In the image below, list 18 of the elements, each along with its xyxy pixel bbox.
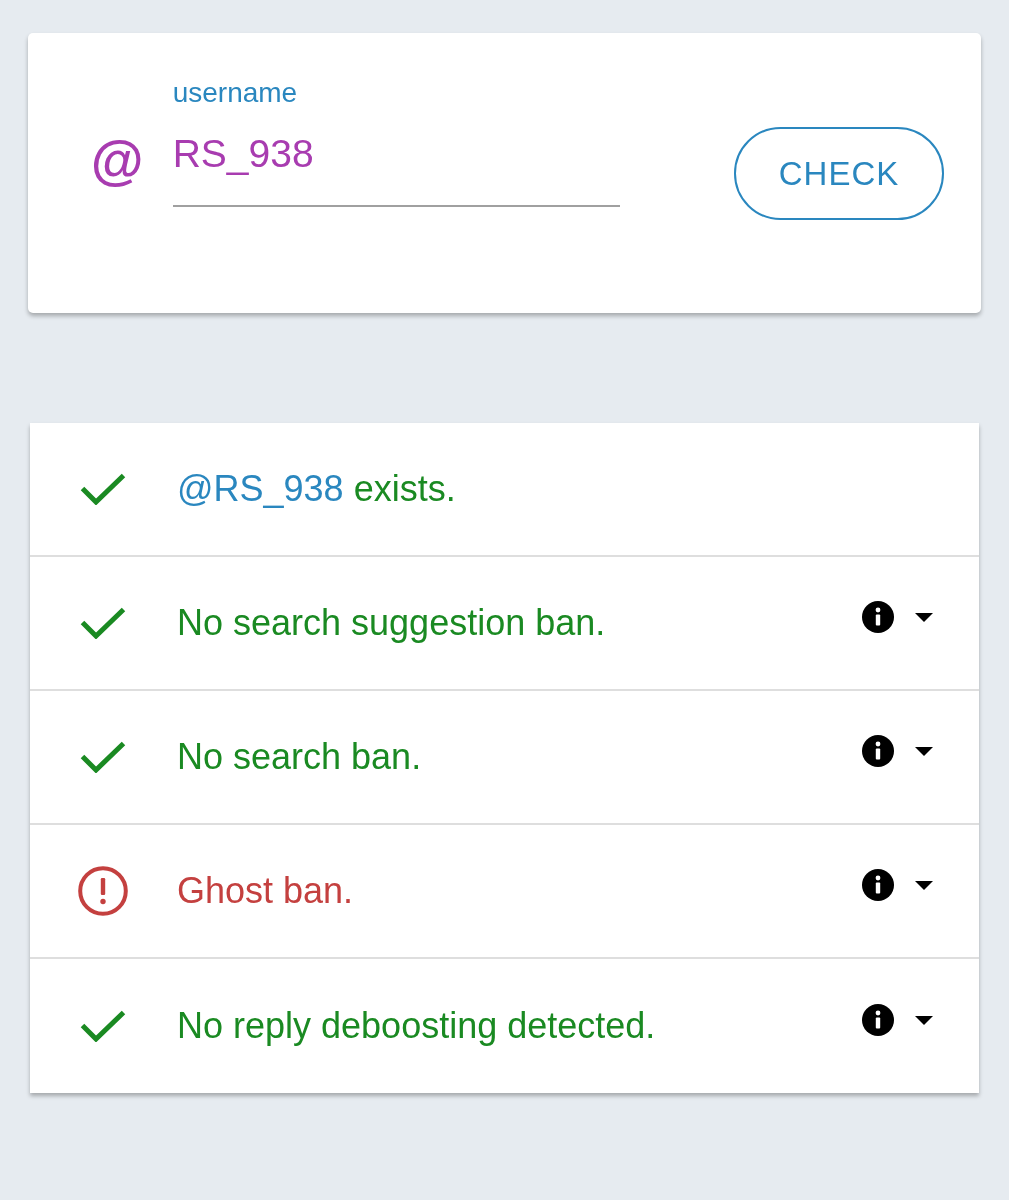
username-input[interactable]: RS_938 [172,129,620,207]
info-icon[interactable] [862,1004,894,1036]
caret-down-icon[interactable] [915,880,933,890]
field-label: username [172,77,298,109]
info-icon[interactable] [862,601,894,633]
check-button[interactable]: CHECK [734,127,944,220]
result-text: @RS_938 exists. [177,467,456,511]
info-icon[interactable] [862,735,894,767]
username-link[interactable]: @RS_938 [177,468,344,509]
result-text: No search ban. [177,735,422,779]
result-text: Ghost ban. [177,869,354,913]
caret-down-icon[interactable] [915,1015,933,1025]
at-sign-prefix: @ [90,133,143,187]
result-text: No reply deboosting detected. [177,1004,656,1048]
caret-down-icon[interactable] [915,746,933,756]
info-icon[interactable] [862,869,894,901]
caret-down-icon[interactable] [915,612,933,622]
result-text: No search suggestion ban. [177,601,606,645]
